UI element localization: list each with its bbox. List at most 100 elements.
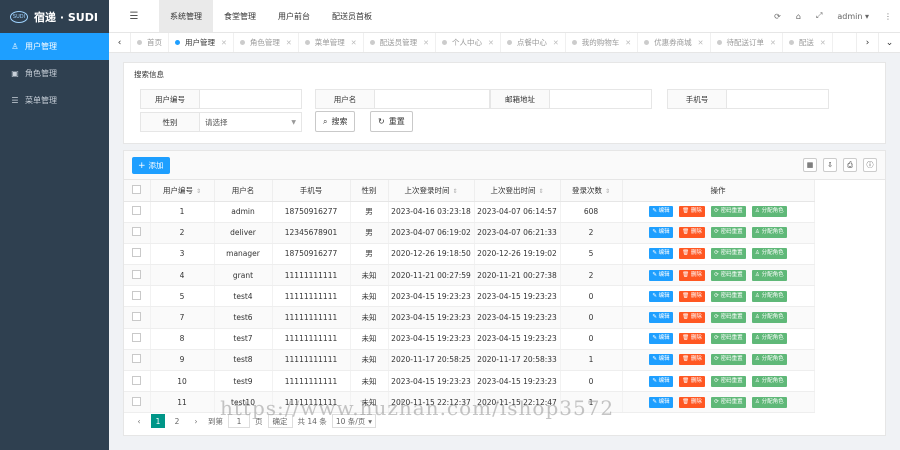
close-icon[interactable]: ✕ <box>423 39 429 47</box>
print-icon[interactable]: ⎙ <box>843 158 857 172</box>
top-nav-item-0[interactable]: 系统管理 <box>159 0 213 32</box>
close-icon[interactable]: ✕ <box>286 39 292 47</box>
delete-button[interactable]: 🗑 删除 <box>679 290 705 302</box>
tab-8[interactable]: 优惠券商城 ✕ <box>638 33 711 52</box>
table-row[interactable]: 9 test8 11111111111 未知 2020-11-17 20:58:25 20… <box>124 349 815 372</box>
close-icon[interactable]: ✕ <box>820 39 826 47</box>
assign-role-button[interactable]: ♙ 分配角色 <box>751 396 787 408</box>
reset-password-button[interactable]: ⟳ 密码重置 <box>711 206 746 218</box>
assign-role-button[interactable]: ♙ 分配角色 <box>751 312 787 324</box>
tab-1[interactable]: 用户管理 ✕ <box>169 33 234 52</box>
close-icon[interactable]: ✕ <box>488 39 494 47</box>
assign-role-button[interactable]: ♙ 分配角色 <box>751 227 787 239</box>
page-1[interactable]: 1 <box>151 414 165 428</box>
row-checkbox-cell[interactable] <box>124 222 151 244</box>
row-checkbox[interactable] <box>132 269 142 279</box>
reset-password-button[interactable]: ⟳ 密码重置 <box>711 227 746 239</box>
delete-button[interactable]: 🗑 删除 <box>679 227 705 239</box>
reset-password-button[interactable]: ⟳ 密码重置 <box>711 375 746 387</box>
sidebar-item-2[interactable]: ☰ 菜单管理 <box>0 87 109 114</box>
tab-scroll-right-icon[interactable]: › <box>856 33 878 52</box>
row-checkbox-cell[interactable] <box>124 370 151 393</box>
assign-role-button[interactable]: ♙ 分配角色 <box>751 248 787 260</box>
sort-icon[interactable]: ⇕ <box>196 188 201 195</box>
col-header-last-login[interactable]: 上次登录时间 ⇕ <box>388 180 475 202</box>
close-icon[interactable]: ✕ <box>770 39 776 47</box>
edit-button[interactable]: ✎ 编辑 <box>649 248 673 260</box>
edit-button[interactable]: ✎ 编辑 <box>649 396 673 408</box>
sort-icon[interactable]: ⇕ <box>538 188 543 195</box>
reset-password-button[interactable]: ⟳ 密码重置 <box>711 290 746 302</box>
close-icon[interactable]: ✕ <box>351 39 357 47</box>
reset-password-button[interactable]: ⟳ 密码重置 <box>711 269 746 281</box>
tab-scroll-left-icon[interactable]: ‹ <box>109 33 131 52</box>
table-row[interactable]: 11 test10 11111111111 未知 2020-11-15 22:12:37… <box>124 391 815 414</box>
delete-button[interactable]: 🗑 删除 <box>679 206 705 218</box>
assign-role-button[interactable]: ♙ 分配角色 <box>751 206 787 218</box>
row-checkbox-cell[interactable] <box>124 285 151 308</box>
username-input[interactable] <box>375 89 490 109</box>
assign-role-button[interactable]: ♙ 分配角色 <box>751 290 787 302</box>
edit-button[interactable]: ✎ 编辑 <box>649 375 673 387</box>
row-checkbox-cell[interactable] <box>124 391 151 414</box>
info-icon[interactable]: ⓘ <box>863 158 877 172</box>
row-checkbox-cell[interactable] <box>124 306 151 329</box>
table-row[interactable]: 7 test6 11111111111 未知 2023-04-15 19:23:23 20… <box>124 306 815 329</box>
reset-password-button[interactable]: ⟳ 密码重置 <box>711 248 746 260</box>
delete-button[interactable]: 🗑 删除 <box>679 312 705 324</box>
assign-role-button[interactable]: ♙ 分配角色 <box>751 269 787 281</box>
table-row[interactable]: 1 admin 18750916277 男 2023-04-16 03:23:18 202… <box>124 201 815 223</box>
row-checkbox[interactable] <box>132 375 142 385</box>
row-checkbox-cell[interactable] <box>124 201 151 223</box>
close-icon[interactable]: ✕ <box>698 39 704 47</box>
email-input[interactable] <box>550 89 652 109</box>
row-checkbox[interactable] <box>132 312 142 322</box>
delete-button[interactable]: 🗑 删除 <box>679 354 705 366</box>
page-2[interactable]: 2 <box>170 414 184 428</box>
user-menu[interactable]: admin ▾ <box>837 12 869 21</box>
tab-0[interactable]: 首页 <box>131 33 169 52</box>
delete-button[interactable]: 🗑 删除 <box>679 333 705 345</box>
edit-button[interactable]: ✎ 编辑 <box>649 227 673 239</box>
table-row[interactable]: 3 manager 18750916277 男 2020-12-26 19:18:50 2… <box>124 243 815 266</box>
goto-page-input[interactable]: 1 <box>228 414 250 428</box>
table-row[interactable]: 8 test7 11111111111 未知 2023-04-15 19:23:23 20… <box>124 328 815 350</box>
row-checkbox[interactable] <box>132 354 142 364</box>
tab-10[interactable]: 配送 ✕ <box>783 33 833 52</box>
col-header-user-id[interactable]: 用户编号 ⇕ <box>150 180 215 202</box>
table-row[interactable]: 4 grant 11111111111 未知 2020-11-21 00:27:59 20… <box>124 264 815 287</box>
page-size-select[interactable]: 10 条/页 ▾ <box>331 414 377 428</box>
tab-options-icon[interactable]: ⌄ <box>878 33 900 52</box>
sidebar-item-0[interactable]: ♙ 用户管理 <box>0 33 109 60</box>
top-nav-item-1[interactable]: 食堂管理 <box>213 0 267 32</box>
close-icon[interactable]: ✕ <box>221 39 227 47</box>
row-checkbox-cell[interactable] <box>124 349 151 372</box>
close-icon[interactable]: ✕ <box>625 39 631 47</box>
reset-password-button[interactable]: ⟳ 密码重置 <box>711 312 746 324</box>
row-checkbox[interactable] <box>132 206 142 216</box>
delete-button[interactable]: 🗑 删除 <box>679 269 705 281</box>
delete-button[interactable]: 🗑 删除 <box>679 248 705 260</box>
sidebar-toggle-icon[interactable]: ☰ <box>109 0 159 32</box>
edit-button[interactable]: ✎ 编辑 <box>649 312 673 324</box>
row-checkbox[interactable] <box>132 227 142 237</box>
row-checkbox[interactable] <box>132 333 142 343</box>
columns-filter-icon[interactable]: ▦ <box>803 158 817 172</box>
row-checkbox[interactable] <box>132 248 142 258</box>
assign-role-button[interactable]: ♙ 分配角色 <box>751 333 787 345</box>
tab-5[interactable]: 个人中心 ✕ <box>436 33 501 52</box>
tab-2[interactable]: 角色管理 ✕ <box>234 33 299 52</box>
row-checkbox-cell[interactable] <box>124 328 151 350</box>
sort-icon[interactable]: ⇕ <box>605 188 610 195</box>
tab-9[interactable]: 待配送订单 ✕ <box>711 33 783 52</box>
add-user-button[interactable]: + 添加 <box>132 157 170 174</box>
row-checkbox[interactable] <box>132 290 142 300</box>
delete-button[interactable]: 🗑 删除 <box>679 375 705 387</box>
table-row[interactable]: 5 test4 11111111111 未知 2023-04-15 19:23:23 20… <box>124 285 815 308</box>
next-page-icon[interactable]: › <box>189 414 203 428</box>
col-header-last-logout[interactable]: 上次登出时间 ⇕ <box>474 180 561 202</box>
row-checkbox[interactable] <box>132 396 142 406</box>
sort-icon[interactable]: ⇕ <box>452 188 457 195</box>
select-all-checkbox[interactable] <box>132 184 142 194</box>
close-icon[interactable]: ✕ <box>553 39 559 47</box>
